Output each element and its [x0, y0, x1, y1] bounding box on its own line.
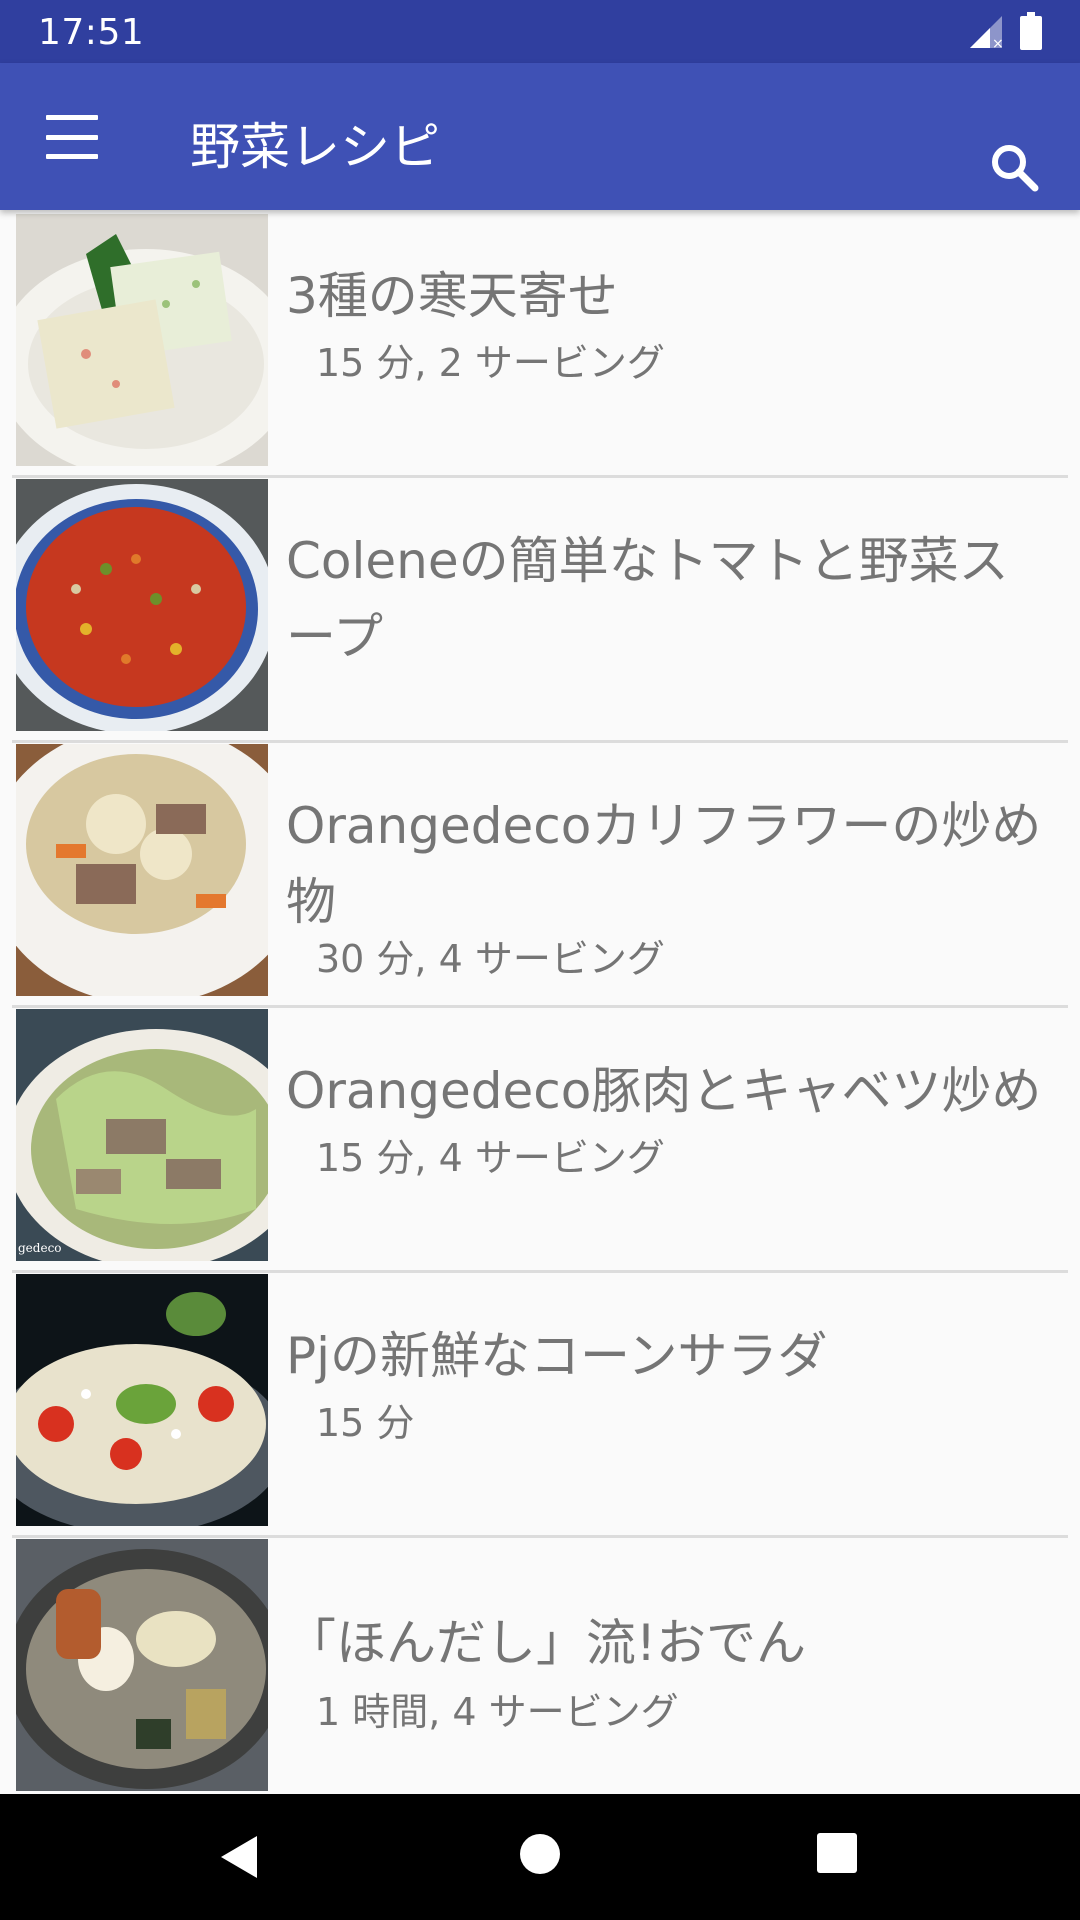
status-bar: 17:51 × — [0, 0, 1080, 63]
divider — [12, 1535, 1068, 1538]
divider — [12, 1270, 1068, 1273]
recipe-meta: 15 分 — [316, 1401, 415, 1445]
page-title: 野菜レシピ — [190, 118, 440, 176]
menu-icon[interactable] — [40, 109, 104, 165]
divider — [12, 740, 1068, 743]
recents-icon[interactable] — [816, 1832, 858, 1874]
list-item[interactable]: gedeco Orangedeco豚肉とキャベツ炒め 15 分, 4 サービング — [0, 1009, 1080, 1274]
recipe-thumbnail: gedeco — [16, 1009, 268, 1261]
recipe-meta: 1 時間, 4 サービング — [316, 1690, 679, 1734]
list-item[interactable]: Pjの新鮮なコーンサラダ 15 分 — [0, 1274, 1080, 1539]
search-icon[interactable] — [985, 138, 1045, 198]
list-item[interactable]: 3種の寒天寄せ 15 分, 2 サービング — [0, 214, 1080, 479]
home-icon[interactable] — [518, 1832, 562, 1876]
recipe-meta: 15 分, 2 サービング — [316, 341, 665, 385]
recipe-title: Orangedecoカリフラワーの炒め物 — [286, 797, 1042, 931]
recipe-meta: 15 分, 4 サービング — [316, 1136, 665, 1180]
list-item[interactable]: Orangedecoカリフラワーの炒め物 30 分, 4 サービング — [0, 744, 1080, 1009]
recipe-thumbnail — [16, 479, 268, 731]
list-item[interactable]: Coleneの簡単なトマトと野菜スープ — [0, 479, 1080, 744]
recipe-thumbnail — [16, 214, 268, 466]
recipe-thumbnail — [16, 1274, 268, 1526]
divider — [12, 475, 1068, 478]
app-bar: 野菜レシピ — [0, 63, 1080, 210]
status-time: 17:51 — [38, 12, 145, 53]
thumbnail-watermark: gedeco — [18, 1241, 62, 1255]
divider — [12, 1005, 1068, 1008]
recipe-title: Pjの新鮮なコーンサラダ — [286, 1327, 828, 1385]
back-icon[interactable] — [215, 1832, 265, 1882]
signal-icon: × — [970, 16, 1004, 50]
recipe-title: 「ほんだし」流!おでん — [286, 1614, 807, 1672]
recipe-title: Orangedeco豚肉とキャベツ炒め — [286, 1062, 1042, 1120]
recipe-thumbnail — [16, 744, 268, 996]
list-item[interactable]: 「ほんだし」流!おでん 1 時間, 4 サービング — [0, 1539, 1080, 1794]
battery-icon — [1020, 12, 1042, 50]
recipe-title: 3種の寒天寄せ — [286, 267, 618, 325]
navigation-bar — [0, 1794, 1080, 1920]
svg-text:×: × — [992, 36, 1004, 50]
recipe-title: Coleneの簡単なトマトと野菜スープ — [286, 532, 1009, 666]
recipe-list[interactable]: 3種の寒天寄せ 15 分, 2 サービング Coleneの簡単なトマトと野菜スー… — [0, 210, 1080, 1794]
recipe-thumbnail — [16, 1539, 268, 1791]
recipe-meta: 30 分, 4 サービング — [316, 937, 665, 981]
